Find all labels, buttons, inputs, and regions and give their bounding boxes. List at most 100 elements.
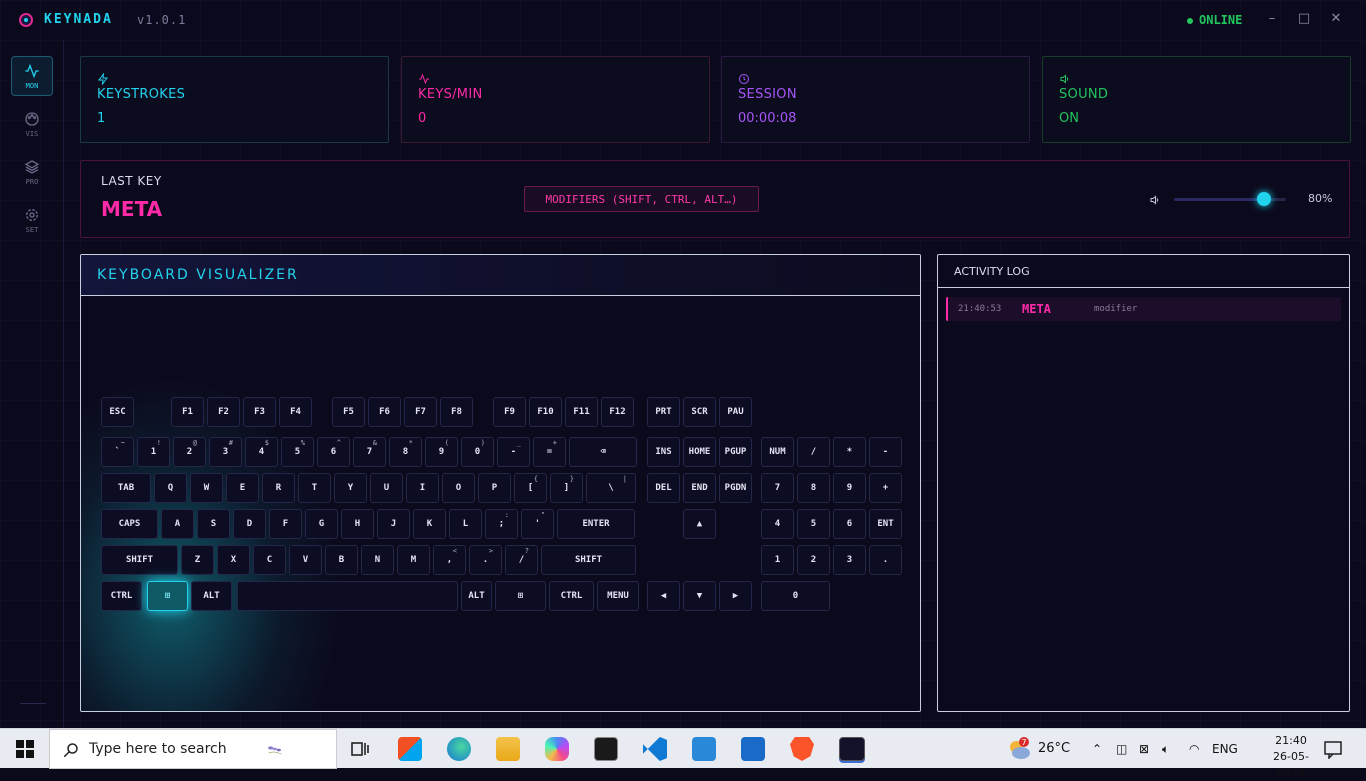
last-key-panel: LAST KEY META MODIFIERS (SHIFT, CTRL, AL… xyxy=(80,160,1350,238)
control-panel-icon[interactable] xyxy=(692,737,716,761)
key-pgup: PGUP xyxy=(719,437,752,467)
numpad-key-1: 1 xyxy=(761,545,794,575)
key-end: END xyxy=(683,473,716,503)
last-key-value: META xyxy=(101,197,163,221)
ime-icon[interactable]: ⊠ xyxy=(1139,742,1149,756)
app-logo-icon xyxy=(19,13,33,27)
wifi-icon[interactable]: ◠ xyxy=(1189,742,1199,756)
nav-item-vis[interactable]: VIS xyxy=(11,104,53,144)
keyboard-visualizer-header: KEYBOARD VISUALIZER xyxy=(81,255,920,296)
key-f9: F9 xyxy=(493,397,526,427)
key-7: 7 & xyxy=(353,437,386,467)
windows-taskbar: Type here to search 7 26°C ⌃ ◫ ⊠ 🔈︎ ◠ EN… xyxy=(0,728,1366,779)
file-explorer-icon[interactable] xyxy=(496,737,520,761)
key-alt-4: ALT xyxy=(461,581,492,611)
key-del: DEL xyxy=(647,473,680,503)
key-sym: ;: xyxy=(485,509,518,539)
vscode-icon[interactable] xyxy=(643,737,667,761)
key-f11: F11 xyxy=(565,397,598,427)
key-u: U xyxy=(370,473,403,503)
key-k: K xyxy=(413,509,446,539)
minimize-button[interactable]: – xyxy=(1265,11,1279,26)
volume-slider[interactable] xyxy=(1174,192,1286,206)
key-n: N xyxy=(361,545,394,575)
volume-slider-thumb[interactable] xyxy=(1256,192,1271,206)
nav-item-mon[interactable]: MON xyxy=(11,56,53,96)
app-window: KEYNADA v1.0.1 ONLINE – □ ✕ MON VIS PRO … xyxy=(0,0,1366,728)
app-icon[interactable] xyxy=(741,737,765,761)
key-2: 2 @ xyxy=(173,437,206,467)
stat-card-keystrokes: KEYSTROKES 1 xyxy=(80,56,389,143)
key-w: W xyxy=(190,473,223,503)
nav-item-set[interactable]: SET xyxy=(11,200,53,240)
edge-browser-icon[interactable] xyxy=(447,737,471,761)
microsoft-store-icon[interactable] xyxy=(398,737,422,761)
language-indicator[interactable]: ENG xyxy=(1212,742,1238,756)
log-entry: 21:40:53 META modifier xyxy=(946,297,1341,321)
keynada-taskbar-icon[interactable] xyxy=(839,737,865,761)
key-sym: ⌫ xyxy=(569,437,637,467)
key-pau: PAU xyxy=(719,397,752,427)
camera-icon[interactable]: ◫ xyxy=(1116,742,1127,756)
maximize-button[interactable]: □ xyxy=(1297,11,1311,26)
notification-icon[interactable] xyxy=(1323,739,1343,759)
key-c: C xyxy=(253,545,286,575)
log-entry-key: META xyxy=(1022,302,1051,316)
numpad-key-ent: ENT xyxy=(869,509,902,539)
key-alt-2: ALT xyxy=(191,581,232,611)
gear-icon xyxy=(26,208,38,221)
activity-log-header: ACTIVITY LOG xyxy=(938,255,1349,288)
key-b: B xyxy=(325,545,358,575)
chevron-up-icon[interactable]: ⌃ xyxy=(1092,742,1102,756)
key-e: E xyxy=(226,473,259,503)
numpad-key-9: 9 xyxy=(833,473,866,503)
key-f10: F10 xyxy=(529,397,562,427)
key-tab: TAB xyxy=(101,473,151,503)
log-entry-time: 21:40:53 xyxy=(958,304,1002,314)
taskbar-search-box[interactable]: Type here to search xyxy=(49,729,337,769)
key-3: 3 # xyxy=(209,437,242,467)
task-view-icon[interactable] xyxy=(348,737,372,761)
stat-label: KEYS/MIN xyxy=(418,87,483,102)
key-sym: - _ xyxy=(497,437,530,467)
log-entry-type: modifier xyxy=(1094,304,1138,314)
copilot-icon[interactable] xyxy=(545,737,569,761)
nav-item-pro[interactable]: PRO xyxy=(11,152,53,192)
last-key-title: LAST KEY xyxy=(101,174,162,188)
key-home: HOME xyxy=(683,437,716,467)
key-8: 8 * xyxy=(389,437,422,467)
key-f6: F6 xyxy=(368,397,401,427)
key-prt: PRT xyxy=(647,397,680,427)
brave-browser-icon[interactable] xyxy=(790,737,814,761)
palette-icon xyxy=(25,111,39,126)
taskbar-clock[interactable]: 21:40 26-05-2026 xyxy=(1262,733,1320,781)
arrow-up-key: ▲ xyxy=(683,509,716,539)
terminal-icon[interactable] xyxy=(594,737,618,761)
weather-temperature[interactable]: 26°C xyxy=(1038,741,1070,756)
key-shift: SHIFT xyxy=(101,545,178,575)
close-button[interactable]: ✕ xyxy=(1329,11,1343,26)
stat-value: 00:00:08 xyxy=(738,111,797,126)
speaker-tray-icon[interactable]: 🔈︎ xyxy=(1162,742,1169,757)
key-g: G xyxy=(305,509,338,539)
key-5: 5% xyxy=(281,437,314,467)
key-sym: ]} xyxy=(550,473,583,503)
volume-percent: 80% xyxy=(1308,192,1333,205)
windows-start-icon[interactable] xyxy=(16,740,34,758)
numpad-key-sym: . xyxy=(869,545,902,575)
key-sym-5: ⊞ xyxy=(495,581,546,611)
weather-icon[interactable]: 7 xyxy=(1006,737,1032,761)
volume-icon xyxy=(1150,195,1159,205)
numpad-key-sym: / xyxy=(797,437,830,467)
app-name: KEYNADA xyxy=(44,12,113,27)
key-r: R xyxy=(262,473,295,503)
key-v: V xyxy=(289,545,322,575)
key-f12: F12 xyxy=(601,397,634,427)
key-4: 4 $ xyxy=(245,437,278,467)
key-h: H xyxy=(341,509,374,539)
app-version: v1.0.1 xyxy=(137,13,187,27)
key-f5: F5 xyxy=(332,397,365,427)
divider xyxy=(20,703,46,704)
nav-label: MON xyxy=(25,81,39,90)
pulse-icon xyxy=(419,73,429,85)
